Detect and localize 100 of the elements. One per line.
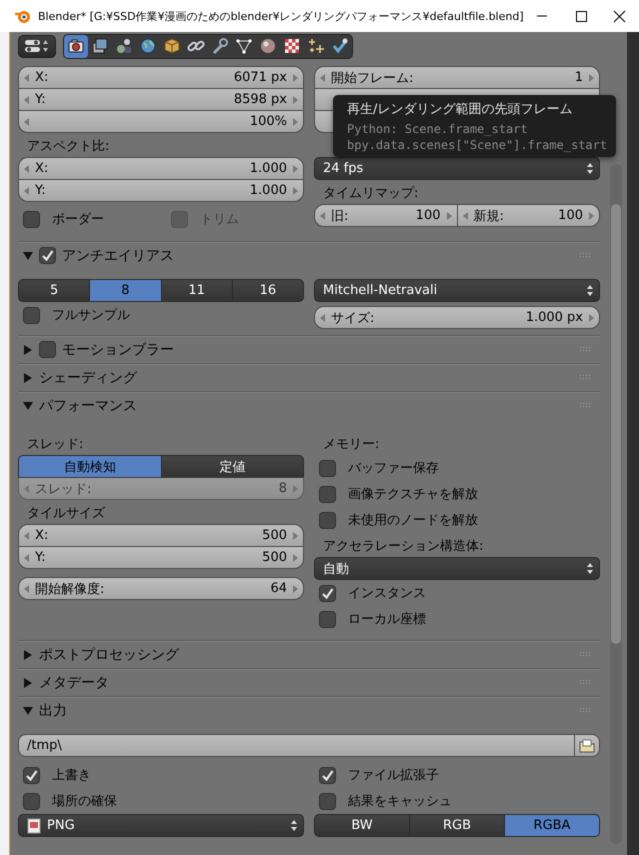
right-arrow-icon[interactable] — [293, 118, 298, 126]
checkbox-label[interactable]: ボーダー — [52, 210, 104, 228]
dropdown[interactable]: Mitchell-Netravali — [314, 279, 600, 302]
number-field[interactable]: Y: 8598 px — [18, 88, 304, 111]
drag-handle-icon[interactable] — [580, 346, 592, 352]
number-field[interactable]: 旧: 100 — [314, 204, 458, 227]
checkbox-label[interactable]: インスタンス — [348, 584, 426, 602]
right-arrow-icon[interactable] — [293, 164, 298, 172]
checkbox-label[interactable]: ファイル拡張子 — [348, 766, 439, 784]
number-field[interactable]: 100% — [18, 110, 304, 133]
checkbox[interactable] — [23, 210, 40, 228]
drag-handle-icon[interactable] — [580, 252, 592, 258]
path-field[interactable]: /tmp\ — [18, 734, 575, 757]
left-arrow-icon[interactable] — [320, 212, 325, 220]
checkbox-label[interactable]: ローカル座標 — [348, 610, 426, 628]
right-arrow-icon[interactable] — [293, 96, 298, 104]
checkbox-label[interactable]: 画像テクスチャを解放 — [348, 485, 478, 503]
checkbox[interactable] — [319, 792, 336, 810]
dropdown[interactable]: 24 fps — [314, 157, 600, 180]
checkbox[interactable] — [319, 584, 336, 602]
expanded-arrow-icon[interactable] — [23, 250, 33, 260]
panel-title[interactable]: アンチエイリアス — [62, 246, 574, 264]
number-field[interactable]: 新規: 100 — [456, 204, 600, 227]
left-arrow-icon[interactable] — [320, 74, 325, 82]
right-arrow-icon[interactable] — [293, 554, 298, 562]
toggle-button[interactable]: 11 — [160, 279, 233, 302]
collapsed-arrow-icon[interactable] — [23, 344, 33, 354]
right-arrow-icon[interactable] — [293, 186, 298, 194]
number-field[interactable]: X: 1.000 — [18, 157, 304, 180]
checkbox-label[interactable]: 上書き — [52, 766, 91, 784]
checkbox[interactable] — [23, 766, 40, 784]
panel-title[interactable]: メタデータ — [39, 674, 574, 692]
dropdown[interactable]: 自動 — [314, 557, 600, 580]
toggle-button[interactable]: RGB — [409, 814, 505, 837]
checkbox[interactable] — [23, 792, 40, 810]
number-field[interactable]: サイズ: 1.000 px — [314, 306, 600, 329]
panel-title[interactable]: 出力 — [39, 702, 574, 720]
checkbox[interactable] — [319, 610, 336, 628]
folder-button[interactable] — [575, 734, 600, 757]
checkbox[interactable] — [319, 460, 336, 476]
left-arrow-icon[interactable] — [24, 96, 29, 104]
left-arrow-icon[interactable] — [24, 186, 29, 194]
panel-title[interactable]: ポストプロセッシング — [39, 646, 574, 664]
dropdown[interactable]: PNG — [18, 814, 304, 837]
scrollbar-thumb[interactable] — [611, 204, 621, 644]
drag-handle-icon[interactable] — [580, 708, 592, 714]
checkbox[interactable] — [319, 486, 336, 502]
number-field[interactable]: X: 6071 px — [18, 66, 304, 89]
toggle-button[interactable]: 8 — [89, 279, 162, 302]
checkbox[interactable] — [319, 766, 336, 784]
panel-title[interactable]: シェーディング — [39, 368, 574, 386]
checkbox-label[interactable]: 場所の確保 — [52, 792, 117, 810]
scrollbar-track[interactable] — [610, 164, 622, 844]
expanded-arrow-icon[interactable] — [23, 400, 33, 410]
number-field[interactable]: X: 500 — [18, 524, 304, 547]
panel-title[interactable]: モーションブラー — [62, 340, 574, 358]
right-arrow-icon[interactable] — [589, 212, 594, 220]
right-arrow-icon[interactable] — [293, 584, 298, 592]
right-arrow-icon[interactable] — [293, 532, 298, 540]
checkbox[interactable] — [39, 341, 56, 358]
drag-handle-icon[interactable] — [580, 374, 592, 380]
left-arrow-icon[interactable] — [24, 584, 29, 592]
toggle-button[interactable]: 定値 — [160, 455, 304, 478]
toggle-button[interactable]: RGBA — [504, 814, 600, 837]
drag-handle-icon[interactable] — [580, 402, 592, 408]
checkbox-label[interactable]: 結果をキャッシュ — [348, 792, 452, 810]
number-field[interactable]: Y: 500 — [18, 546, 304, 569]
toggle-button[interactable]: BW — [314, 814, 410, 837]
left-arrow-icon[interactable] — [24, 164, 29, 172]
checkbox[interactable] — [39, 247, 56, 264]
properties-tab[interactable] — [64, 34, 88, 58]
checkbox[interactable] — [23, 306, 40, 324]
number-field[interactable]: Y: 1.000 — [18, 179, 304, 202]
toggle-button[interactable]: 16 — [232, 279, 304, 302]
right-arrow-icon[interactable] — [446, 212, 452, 220]
checkbox-label[interactable]: バッファー保存 — [348, 459, 439, 477]
toggle-button[interactable]: 5 — [18, 279, 90, 302]
left-arrow-icon[interactable] — [24, 74, 29, 82]
drag-handle-icon[interactable] — [580, 652, 592, 658]
number-field[interactable]: 開始フレーム: 1 — [314, 66, 600, 89]
checkbox-label[interactable]: 未使用のノードを解放 — [348, 511, 478, 529]
panel-title[interactable]: パフォーマンス — [39, 396, 574, 414]
toggle-button[interactable]: 自動検知 — [18, 455, 162, 478]
collapsed-arrow-icon[interactable] — [23, 372, 33, 382]
close-icon[interactable] — [613, 10, 626, 22]
right-arrow-icon[interactable] — [589, 314, 594, 322]
left-arrow-icon[interactable] — [24, 532, 29, 540]
checkbox-label[interactable]: フルサンプル — [52, 306, 130, 324]
left-arrow-icon[interactable] — [24, 554, 29, 562]
left-arrow-icon[interactable] — [24, 118, 29, 126]
drag-handle-icon[interactable] — [580, 680, 592, 686]
right-arrow-icon[interactable] — [293, 74, 298, 82]
right-arrow-icon[interactable] — [589, 74, 594, 82]
collapsed-arrow-icon[interactable] — [23, 650, 33, 660]
maximize-icon[interactable] — [574, 10, 588, 22]
editor-type-button[interactable] — [18, 34, 56, 58]
number-field[interactable]: 開始解像度: 64 — [18, 577, 304, 600]
collapsed-arrow-icon[interactable] — [23, 678, 33, 688]
expanded-arrow-icon[interactable] — [23, 706, 33, 716]
checkbox[interactable] — [319, 512, 336, 528]
